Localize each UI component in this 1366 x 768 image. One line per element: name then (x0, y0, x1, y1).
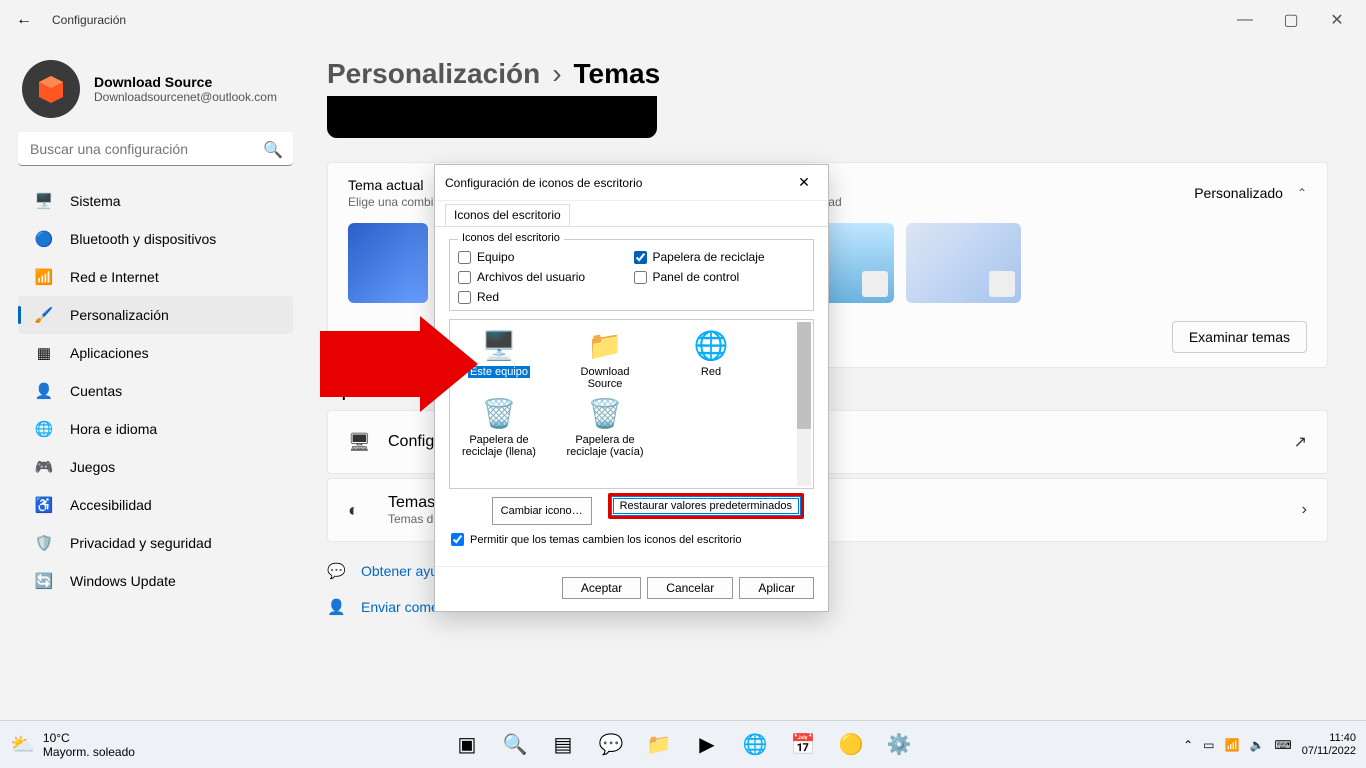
chrome-icon[interactable]: 🟡 (831, 725, 871, 765)
icon-download-source[interactable]: 📁Download Source (562, 326, 648, 390)
breadcrumb-parent[interactable]: Personalización (327, 58, 540, 90)
explorer-icon[interactable]: 📁 (639, 725, 679, 765)
browse-themes-button[interactable]: Examinar temas (1172, 321, 1307, 353)
theme-thumb[interactable] (348, 223, 428, 303)
desktop-icon: 🗑️ (586, 394, 624, 432)
volume-icon[interactable]: 🔈 (1249, 738, 1264, 752)
start-button[interactable]: ▣ (447, 725, 487, 765)
row-icon: ◐ (348, 500, 370, 521)
sidebar-item-sistema[interactable]: 🖥️Sistema (18, 182, 293, 220)
dialog-title: Configuración de iconos de escritorio (445, 176, 790, 190)
back-button[interactable]: ← (6, 4, 42, 36)
sidebar-item-aplicaciones[interactable]: ▦Aplicaciones (18, 334, 293, 372)
scrollbar[interactable] (797, 322, 811, 486)
taskbar: ⛅ 10°C Mayorm. soleado ▣ 🔍 ▤ 💬 📁 ▶ 🌐 📅 🟡… (0, 720, 1366, 768)
icon-papelera-de-reciclaje-vac-a-[interactable]: 🗑️Papelera de reciclaje (vacía) (562, 394, 648, 458)
sidebar-item-hora-e-idioma[interactable]: 🌐Hora e idioma (18, 410, 293, 448)
dialog-tab[interactable]: Iconos del escritorio (445, 204, 570, 226)
nav-icon: 🖌️ (34, 305, 54, 325)
group-title: Iconos del escritorio (458, 232, 564, 244)
weather-widget[interactable]: ⛅ 10°C Mayorm. soleado (10, 731, 135, 759)
nav-icon: ▦ (34, 343, 54, 363)
desktop-icon: 🖥️ (480, 326, 518, 364)
minimize-button[interactable]: — (1222, 4, 1268, 36)
chevron-right-icon: › (552, 58, 561, 90)
theme-thumb[interactable] (906, 223, 1021, 303)
nav-icon: 🔵 (34, 229, 54, 249)
allow-themes-checkbox[interactable] (451, 533, 464, 546)
search-icon: 🔍 (263, 140, 283, 160)
search-input[interactable] (18, 132, 293, 166)
checkbox-equipo[interactable]: Equipo (458, 250, 630, 264)
nav-icon: 👤 (34, 381, 54, 401)
taskbar-search-icon[interactable]: 🔍 (495, 725, 535, 765)
user-profile[interactable]: Download Source Downloadsourcenet@outloo… (22, 60, 305, 118)
player-icon[interactable]: ▶ (687, 725, 727, 765)
nav-icon: 🎮 (34, 457, 54, 477)
theme-value: Personalizado (1194, 185, 1283, 201)
nav-icon: 📶 (34, 267, 54, 287)
desktop-icon: 🗑️ (480, 394, 518, 432)
edge-icon[interactable]: 🌐 (735, 725, 775, 765)
task-view-icon[interactable]: ▤ (543, 725, 583, 765)
cancel-button[interactable]: Cancelar (647, 577, 733, 599)
settings-icon[interactable]: ⚙️ (879, 725, 919, 765)
nav-icon: 🔄 (34, 571, 54, 591)
icon-papelera-de-reciclaje-llena-[interactable]: 🗑️Papelera de reciclaje (llena) (456, 394, 542, 458)
breadcrumb: Personalización › Temas (327, 58, 1328, 90)
open-icon: ↗ (1294, 432, 1307, 452)
icon-este-equipo[interactable]: 🖥️Este equipo (456, 326, 542, 390)
checkbox-papelera-de-reciclaje[interactable]: Papelera de reciclaje (634, 250, 806, 264)
user-email: Downloadsourcenet@outlook.com (94, 90, 277, 104)
chat-icon[interactable]: 💬 (591, 725, 631, 765)
sidebar-item-personalización[interactable]: 🖌️Personalización (18, 296, 293, 334)
link-icon: 💬 (327, 562, 345, 580)
desktop-icon: 🌐 (692, 326, 730, 364)
change-icon-button[interactable]: Cambiar icono… (492, 497, 592, 525)
chevron-up-icon[interactable]: ⌃ (1297, 186, 1307, 200)
nav-icon: 🌐 (34, 419, 54, 439)
breadcrumb-current: Temas (574, 58, 661, 90)
open-icon: › (1302, 501, 1307, 519)
user-name: Download Source (94, 74, 277, 90)
close-button[interactable]: ✕ (1314, 4, 1360, 36)
link-icon: 👤 (327, 598, 345, 616)
checkbox-panel-de-control[interactable]: Panel de control (634, 270, 806, 284)
apply-button[interactable]: Aplicar (739, 577, 814, 599)
nav-icon: 🛡️ (34, 533, 54, 553)
nav-icon: ♿ (34, 495, 54, 515)
icon-red[interactable]: 🌐Red (668, 326, 754, 390)
nav-icon: 🖥️ (34, 191, 54, 211)
clock[interactable]: 11:40 07/11/2022 (1302, 732, 1356, 758)
dialog-close-button[interactable]: ✕ (790, 174, 818, 191)
sidebar-item-accesibilidad[interactable]: ♿Accesibilidad (18, 486, 293, 524)
window-title: Configuración (52, 13, 126, 27)
sidebar-item-cuentas[interactable]: 👤Cuentas (18, 372, 293, 410)
tray-chevron-icon[interactable]: ⌃ (1183, 738, 1193, 752)
desktop-icons-dialog: Configuración de iconos de escritorio ✕ … (434, 164, 829, 612)
allow-themes-label: Permitir que los temas cambien los icono… (470, 534, 741, 546)
row-icon: 🖥 (348, 432, 370, 453)
language-indicator[interactable]: ⌨ (1274, 738, 1291, 752)
checkbox-red[interactable]: Red (458, 290, 630, 304)
weather-icon: ⛅ (10, 732, 35, 757)
sidebar-item-bluetooth-y-dispositivos[interactable]: 🔵Bluetooth y dispositivos (18, 220, 293, 258)
sidebar-item-privacidad-y-seguridad[interactable]: 🛡️Privacidad y seguridad (18, 524, 293, 562)
desktop-icon: 📁 (586, 326, 624, 364)
ok-button[interactable]: Aceptar (562, 577, 641, 599)
restore-defaults-button[interactable]: Restaurar valores predeterminados (611, 496, 801, 516)
maximize-button[interactable]: ▢ (1268, 4, 1314, 36)
checkbox-archivos-del-usuario[interactable]: Archivos del usuario (458, 270, 630, 284)
wifi-icon[interactable]: 📶 (1225, 738, 1240, 752)
sidebar-item-juegos[interactable]: 🎮Juegos (18, 448, 293, 486)
sidebar-item-red-e-internet[interactable]: 📶Red e Internet (18, 258, 293, 296)
avatar (22, 60, 80, 118)
calendar-icon[interactable]: 📅 (783, 725, 823, 765)
battery-icon[interactable]: ▭ (1203, 738, 1214, 752)
theme-preview (327, 96, 657, 138)
sidebar-item-windows-update[interactable]: 🔄Windows Update (18, 562, 293, 600)
